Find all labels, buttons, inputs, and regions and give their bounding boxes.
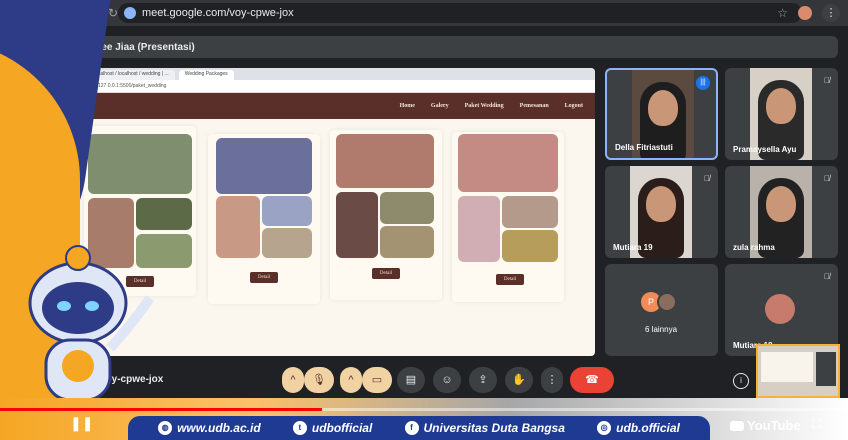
address-text: meet.google.com/voy-cpwe-jox [142, 7, 294, 19]
shared-tabbar: localhost / localhost / wedding | ... We… [68, 68, 595, 80]
footer-socials: ◍ www.udb.ac.id t udbofficial f Universi… [128, 416, 710, 440]
participant-tile[interactable]: 🎙̸ Pramaysella Ayu [725, 68, 838, 160]
facebook-icon: f [404, 421, 419, 435]
camera-options-chevron-icon[interactable]: ^ [340, 367, 362, 393]
raise-hand-button[interactable]: ✋ [505, 367, 533, 393]
captions-button[interactable]: ▤ [397, 367, 425, 393]
instagram-text: udb.official [616, 421, 680, 435]
site-navbar: Home Galery Paket Wedding Pemesanan Logo… [68, 93, 595, 119]
detail-button[interactable]: Detail [250, 272, 278, 283]
shared-tab: localhost / localhost / wedding | ... [88, 70, 175, 80]
present-button[interactable]: ⇪ [469, 367, 497, 393]
shared-tab-active: Wedding Packages [178, 70, 234, 80]
participant-name: Della Fitriastuti [615, 143, 673, 152]
participant-tile[interactable]: 🎙̸ zula rahma [725, 166, 838, 258]
package-photo [458, 134, 558, 192]
footer-facebook[interactable]: f Universitas Duta Bangsa [404, 421, 565, 435]
package-cards: Detail Detail Detail Detail [84, 126, 584, 356]
package-photo [502, 230, 558, 262]
participant-name: zula rahma [733, 243, 775, 252]
thumbnail-sidebar [816, 352, 836, 386]
footer-instagram[interactable]: ◎ udb.official [597, 421, 680, 435]
nav-logout: Logout [564, 103, 583, 109]
more-options-button[interactable]: ⋮ [541, 367, 563, 393]
address-bar[interactable]: meet.google.com/voy-cpwe-jox [118, 3, 802, 23]
detail-button[interactable]: Detail [496, 274, 524, 285]
video-face [766, 186, 796, 222]
others-tile[interactable]: P 6 lainnya [605, 264, 718, 356]
package-photo [216, 138, 312, 194]
mic-off-icon: 🎙̸ [824, 272, 830, 281]
participant-tile[interactable]: ||| Della Fitriastuti [605, 68, 718, 160]
nav-home: Home [399, 103, 415, 109]
thumbnail-content [761, 352, 813, 382]
browser-actions: ☆ ⋮ [777, 4, 840, 22]
package-photo [136, 198, 192, 230]
package-photo [262, 196, 312, 226]
twitter-icon: t [292, 421, 307, 435]
package-card: Detail [208, 134, 320, 304]
mic-off-icon: 🎙̸ [824, 76, 830, 85]
profile-avatar[interactable] [798, 6, 812, 20]
video-progress-fill [0, 408, 323, 411]
youtube-icon [730, 420, 744, 431]
footer-twitter[interactable]: t udbofficial [292, 421, 373, 435]
video-face [646, 186, 676, 222]
screen-root: ← → ↻ meet.google.com/voy-cpwe-jox ☆ ⋮ A… [0, 0, 848, 440]
participant-name: Mutiara 19 [613, 243, 653, 252]
camera-toggle-button[interactable]: ▭ [362, 367, 392, 393]
website-text: www.udb.ac.id [177, 421, 261, 435]
pause-icon[interactable]: ❚❚ [70, 415, 93, 432]
package-photo [336, 134, 434, 188]
detail-button[interactable]: Detail [372, 268, 400, 279]
package-photo [336, 192, 378, 258]
nav-pemesanan: Pemesanan [519, 103, 549, 109]
twitter-text: udbofficial [311, 421, 373, 435]
participant-name: Pramaysella Ayu [733, 145, 797, 154]
participant-tile[interactable]: 🎙̸ Mutiara 19 [725, 264, 838, 356]
fullscreen-icon[interactable]: ⛶ [812, 416, 821, 432]
footer-website[interactable]: ◍ www.udb.ac.id [158, 421, 261, 435]
mic-off-icon: 🎙̸ [824, 174, 830, 183]
video-progress-bar[interactable] [0, 408, 848, 411]
facebook-text: Universitas Duta Bangsa [423, 421, 565, 435]
participant-avatar [657, 292, 677, 312]
package-photo [502, 196, 558, 228]
package-card: Detail [330, 130, 442, 300]
emoji-button[interactable]: ☺ [433, 367, 461, 393]
package-card: Detail [452, 132, 564, 302]
meeting-info-icon[interactable]: i [733, 373, 749, 389]
youtube-logo[interactable]: YouTube [730, 418, 801, 433]
speaking-indicator-icon: ||| [696, 76, 710, 90]
end-call-button[interactable]: ☎ [570, 367, 614, 393]
mic-toggle-button[interactable]: 🎙 [304, 367, 334, 393]
browser-menu-icon[interactable]: ⋮ [822, 4, 840, 22]
site-info-icon[interactable] [124, 7, 136, 19]
globe-icon: ◍ [158, 421, 173, 435]
package-photo [458, 196, 500, 262]
instagram-icon: ◎ [597, 421, 612, 435]
package-photo [380, 226, 434, 258]
youtube-wordmark: YouTube [747, 418, 801, 433]
shared-address: 127.0.0.1:5500/paket_wedding [68, 80, 595, 93]
package-photo [216, 196, 260, 258]
video-face [648, 90, 678, 126]
mic-options-chevron-icon[interactable]: ^ [282, 367, 304, 393]
others-count: 6 lainnya [645, 325, 678, 334]
nav-paket-wedding: Paket Wedding [464, 103, 504, 109]
bookmark-star-icon[interactable]: ☆ [777, 6, 788, 20]
package-photo [262, 228, 312, 258]
nav-galery: Galery [430, 103, 449, 109]
presentation-header: Abee Jiaa (Presentasi) [60, 36, 838, 58]
video-face [766, 88, 796, 124]
participant-tile[interactable]: 🎙̸ Mutiara 19 [605, 166, 718, 258]
package-photo [380, 192, 434, 224]
self-view-thumbnail[interactable] [756, 344, 840, 398]
participant-avatar [765, 294, 795, 324]
package-photo [88, 134, 192, 194]
mic-off-icon: 🎙̸ [704, 174, 710, 183]
